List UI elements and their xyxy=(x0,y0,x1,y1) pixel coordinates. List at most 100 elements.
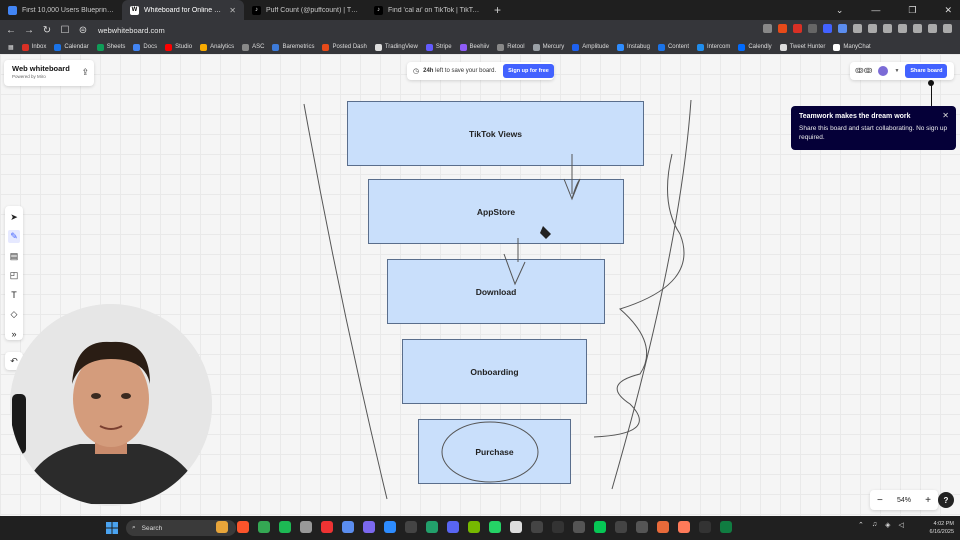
bookmark-docs[interactable]: Docs xyxy=(133,43,157,51)
bookmark-amplitude[interactable]: Amplitude xyxy=(572,43,609,51)
bookmark-sheets[interactable]: Sheets xyxy=(96,43,125,51)
funnel-box-download[interactable]: Download xyxy=(387,259,605,324)
extension-icon[interactable] xyxy=(868,24,877,33)
taskbar-app-icon[interactable] xyxy=(531,521,543,533)
taskbar-app-icon[interactable] xyxy=(678,521,690,533)
terminal-icon[interactable] xyxy=(699,521,711,533)
taskbar-app-icon[interactable] xyxy=(321,521,333,533)
menu-icon[interactable] xyxy=(943,24,952,33)
taskbar-app-icon[interactable] xyxy=(405,521,417,533)
bookmark-instabug[interactable]: Instabug xyxy=(616,43,650,51)
bookmark-studio[interactable]: Studio xyxy=(165,43,192,51)
bookmark-manychat[interactable]: ManyChat xyxy=(833,43,871,51)
select-tool-icon[interactable]: ➤ xyxy=(8,211,20,223)
taskbar-app-icon[interactable] xyxy=(573,521,585,533)
pen-tool-icon[interactable]: ✎ xyxy=(8,230,20,243)
chevron-down-icon[interactable]: ▼ xyxy=(894,68,899,74)
text-tool-icon[interactable]: T xyxy=(8,289,20,301)
extension-icon[interactable] xyxy=(793,24,802,33)
user-avatar[interactable] xyxy=(878,66,889,76)
tab-tiktok-puffcount[interactable]: ♪ Puff Count (@puffcount) | TikTok xyxy=(244,0,366,20)
tab-tiktok-search[interactable]: ♪ Find 'cal ai' on TikTok | TikTok Searc… xyxy=(366,0,488,20)
taskbar-clock[interactable]: 4:02 PM 6/16/2025 xyxy=(930,520,954,536)
taskbar-app-icon[interactable] xyxy=(216,521,228,533)
help-button[interactable]: ? xyxy=(938,492,954,508)
back-icon[interactable]: ← xyxy=(4,25,18,36)
taskbar-app-icon[interactable] xyxy=(468,521,480,533)
bookmark-calendar[interactable]: Calendar xyxy=(54,43,89,51)
zoom-in-button[interactable]: + xyxy=(925,495,931,506)
reactions-icon[interactable]: ↂↂ xyxy=(855,67,872,75)
restore-button[interactable]: ❐ xyxy=(908,5,916,16)
sticky-note-tool-icon[interactable]: ◰ xyxy=(8,269,20,281)
extension-icon[interactable] xyxy=(823,24,832,33)
speaker-icon[interactable]: ◁ xyxy=(899,521,904,529)
bookmark-retool[interactable]: Retool xyxy=(497,43,525,51)
site-info-icon[interactable]: ⊜ xyxy=(76,25,90,36)
microphone-icon[interactable]: ♫ xyxy=(872,521,877,529)
taskbar-app-icon[interactable] xyxy=(363,521,375,533)
tab-search-icon[interactable]: ⌄ xyxy=(836,5,844,16)
funnel-box-onboarding[interactable]: Onboarding xyxy=(402,339,587,404)
bookmark-icon[interactable]: ☐ xyxy=(58,25,72,36)
apps-grid-icon[interactable]: ▦ xyxy=(8,44,14,51)
sign-up-button[interactable]: Sign up for free xyxy=(503,64,554,78)
brave-browser-icon[interactable] xyxy=(237,521,249,533)
extension-icon[interactable] xyxy=(883,24,892,33)
new-tab-button[interactable]: + xyxy=(494,3,501,17)
chrome-icon[interactable] xyxy=(258,521,270,533)
windows-start-icon[interactable] xyxy=(106,522,118,534)
bookmark-calendly[interactable]: Calendly xyxy=(738,43,772,51)
bookmark-beehiiv[interactable]: Beehiiv xyxy=(459,43,489,51)
spotify-icon[interactable] xyxy=(279,521,291,533)
bookmark-mercury[interactable]: Mercury xyxy=(532,43,564,51)
taskbar-app-icon[interactable] xyxy=(615,521,627,533)
shapes-tool-icon[interactable]: ◇ xyxy=(8,308,20,320)
openai-icon[interactable] xyxy=(552,521,564,533)
bookmark-inbox[interactable]: Inbox xyxy=(21,43,46,51)
forward-icon[interactable]: → xyxy=(22,25,36,36)
whatsapp-icon[interactable] xyxy=(489,521,501,533)
taskbar-app-icon[interactable] xyxy=(426,521,438,533)
extension-icon[interactable] xyxy=(898,24,907,33)
extension-icon[interactable] xyxy=(928,24,937,33)
taskbar-app-icon[interactable] xyxy=(657,521,669,533)
close-icon[interactable]: ✕ xyxy=(942,111,949,120)
excel-icon[interactable] xyxy=(720,521,732,533)
close-tab-icon[interactable]: ✕ xyxy=(229,6,236,15)
extension-icon[interactable] xyxy=(808,24,817,33)
funnel-box-purchase[interactable]: Purchase xyxy=(418,419,571,484)
bookmark-tweet-hunter[interactable]: Tweet Hunter xyxy=(779,43,825,51)
close-window-button[interactable]: ✕ xyxy=(944,5,952,16)
network-icon[interactable]: ◈ xyxy=(885,521,890,529)
taskbar-app-icon[interactable] xyxy=(636,521,648,533)
extension-icon[interactable] xyxy=(763,24,772,33)
export-icon[interactable]: ⇪ xyxy=(81,67,89,78)
taskbar-app-icon[interactable] xyxy=(510,521,522,533)
brave-shield-icon[interactable] xyxy=(778,24,787,33)
tab-whiteboard[interactable]: W Whiteboard for Online Collabora ✕ xyxy=(122,0,244,20)
discord-icon[interactable] xyxy=(447,521,459,533)
chevron-up-icon[interactable]: ⌃ xyxy=(858,521,864,529)
funnel-box-appstore[interactable]: AppStore xyxy=(368,179,624,244)
funnel-box-tiktok-views[interactable]: TikTok Views xyxy=(347,101,644,166)
more-tools-icon[interactable]: » xyxy=(8,328,20,340)
taskbar-app-icon[interactable] xyxy=(342,521,354,533)
bookmark-baremetrics[interactable]: Baremetrics xyxy=(272,43,314,51)
url-field[interactable]: webwhiteboard.com xyxy=(98,26,165,35)
line-icon[interactable] xyxy=(594,521,606,533)
extension-icon[interactable] xyxy=(838,24,847,33)
minimize-button[interactable]: — xyxy=(871,5,880,15)
share-board-button[interactable]: Share board xyxy=(905,64,948,78)
reload-icon[interactable]: ↻ xyxy=(40,25,54,36)
template-tool-icon[interactable]: ▤ xyxy=(8,250,20,262)
bookmark-intercom[interactable]: Intercom xyxy=(696,43,730,51)
zoom-out-button[interactable]: − xyxy=(877,495,883,506)
taskbar-app-icon[interactable] xyxy=(300,521,312,533)
tab-google-docs[interactable]: First 10,000 Users Blueprint - Google xyxy=(0,0,122,20)
bookmark-posted-dash[interactable]: Posted Dash xyxy=(322,43,367,51)
zoom-app-icon[interactable] xyxy=(384,521,396,533)
bookmark-stripe[interactable]: Stripe xyxy=(425,43,452,51)
extension-icon[interactable] xyxy=(913,24,922,33)
extension-icon[interactable] xyxy=(853,24,862,33)
